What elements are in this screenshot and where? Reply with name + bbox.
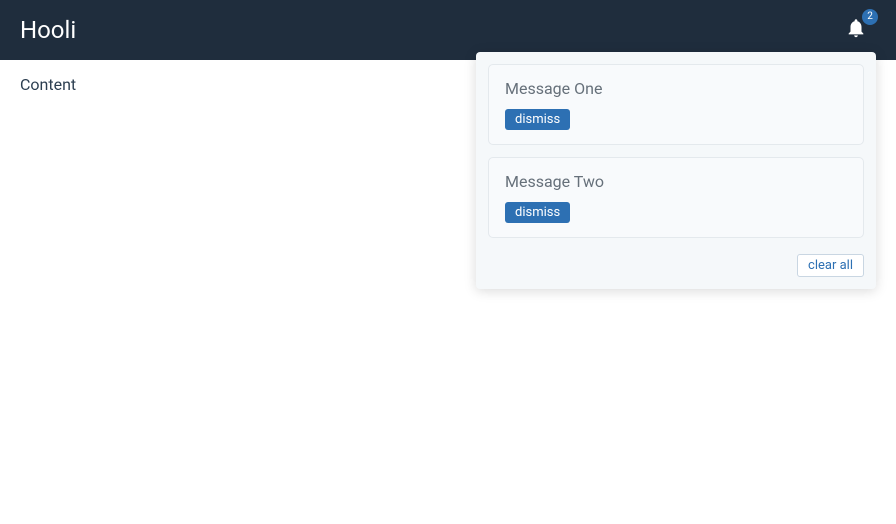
notifications-dropdown: Message One dismiss Message Two dismiss … <box>476 52 876 289</box>
dropdown-footer: clear all <box>488 250 864 277</box>
notification-count-badge: 2 <box>862 9 878 25</box>
dismiss-button[interactable]: dismiss <box>505 109 570 130</box>
notification-item: Message One dismiss <box>488 64 864 145</box>
notification-title: Message Two <box>505 172 847 191</box>
app-title: Hooli <box>20 16 76 44</box>
notifications-button[interactable]: 2 <box>842 16 870 44</box>
dismiss-button[interactable]: dismiss <box>505 202 570 223</box>
app-header: Hooli 2 <box>0 0 896 60</box>
clear-all-button[interactable]: clear all <box>797 254 864 277</box>
notification-title: Message One <box>505 79 847 98</box>
notification-item: Message Two dismiss <box>488 157 864 238</box>
